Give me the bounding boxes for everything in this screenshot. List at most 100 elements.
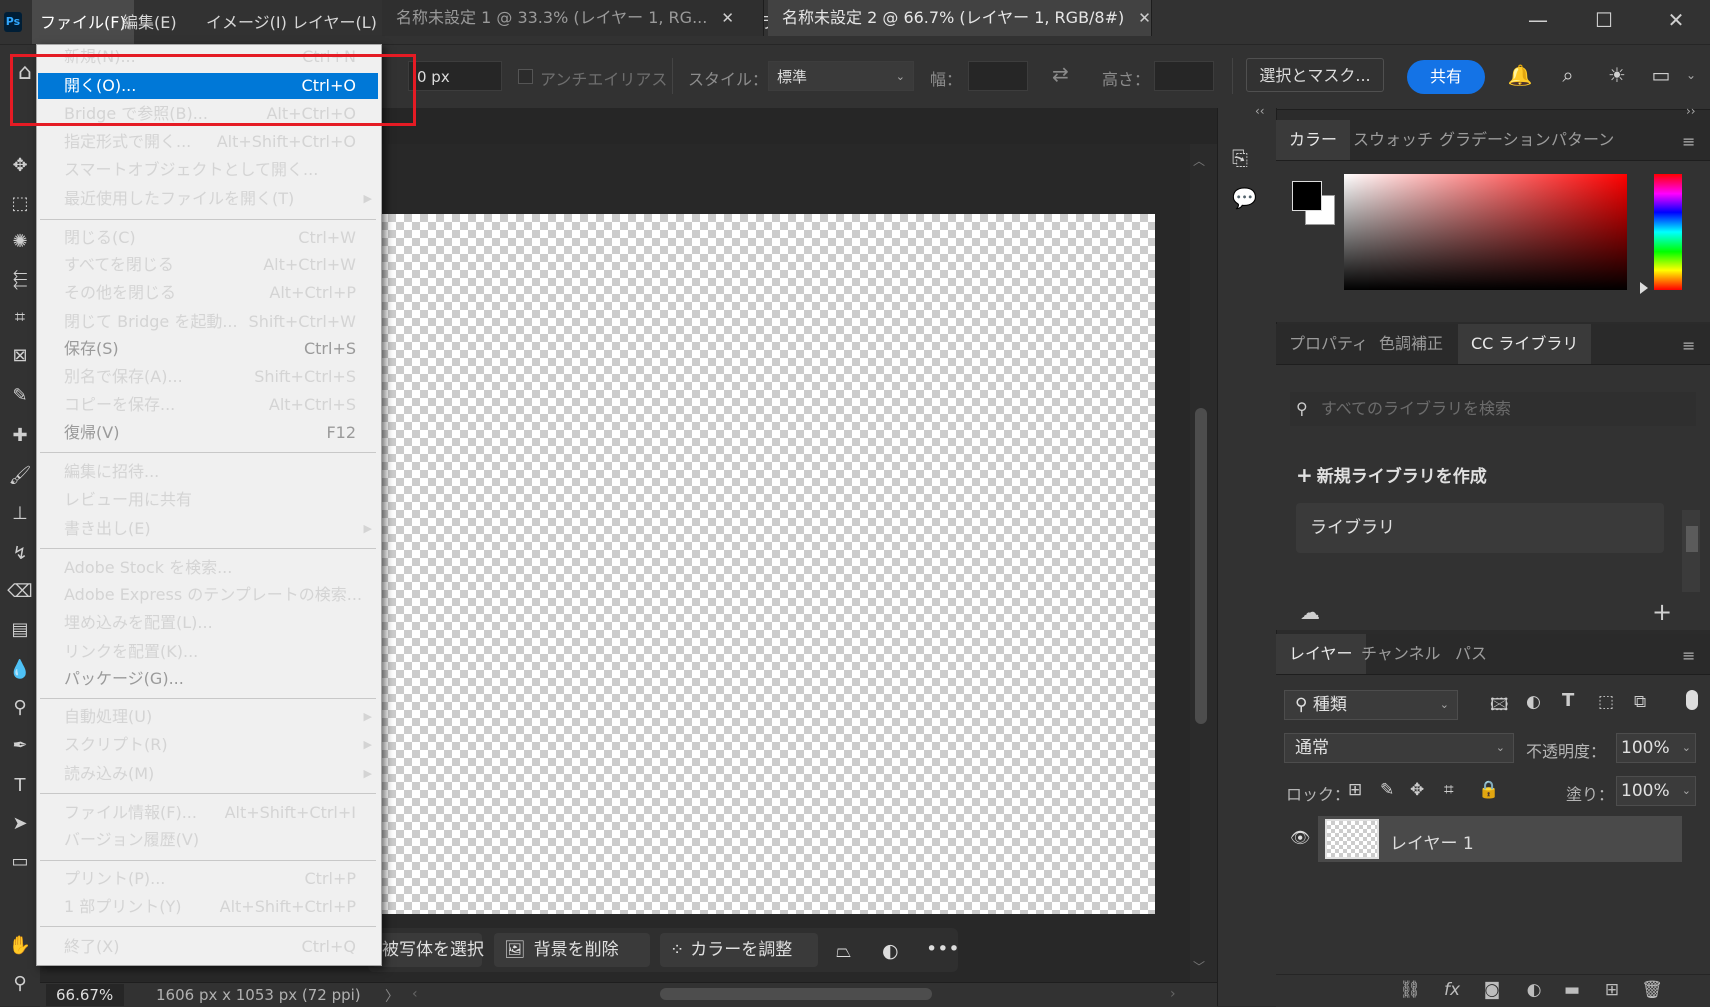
swap-icon[interactable]: ⇄ [1052,62,1069,86]
menu-item-close-others[interactable]: その他を閉じる Alt+Ctrl+P [38,280,378,306]
expand-panels-icon[interactable]: ›› [1686,104,1696,118]
trash-icon[interactable]: 🗑 [1640,980,1664,1000]
select-subject-button[interactable]: 被写体を選択 [372,933,484,967]
fill-input[interactable]: 100% ⌄ [1616,776,1696,806]
lightbulb-icon[interactable]: ☀ [1602,60,1632,90]
menu-item-package[interactable]: パッケージ(G)... [38,666,378,692]
menu-item-close-go-bridge[interactable]: 閉じて Bridge を起動... Shift+Ctrl+W [38,309,378,335]
menu-item-scripts[interactable]: スクリプト(R) ▶ [38,732,378,758]
menu-item-automate[interactable]: 自動処理(U) ▶ [38,704,378,730]
type-filter-icon[interactable]: T [1562,690,1574,711]
zoom-level[interactable]: 66.67% [46,984,124,1006]
color-picker-field[interactable] [1344,174,1627,290]
lock-position-icon[interactable]: ✥ [1410,780,1424,800]
eyedropper-tool-icon[interactable]: ✎ [4,380,36,412]
more-options-icon[interactable]: ••• [926,938,960,960]
blend-mode-select[interactable]: 通常 ⌄ [1284,733,1514,763]
tab-document-2[interactable]: 名称未設定 2 @ 66.7% (レイヤー 1, RGB/8#) ✕ [768,0,1152,36]
tab-document-1[interactable]: 名称未設定 1 @ 33.3% (レイヤー 1, RG... ✕ [382,0,764,36]
quick-selection-tool-icon[interactable]: ✺ [4,226,36,258]
menu-item-save-as[interactable]: 別名で保存(A)... Shift+Ctrl+S [38,364,378,390]
menu-item-open-smart-object[interactable]: スマートオブジェクトとして開く... [38,157,378,183]
menu-item-invite-to-edit[interactable]: 編集に招待... [38,459,378,485]
menu-item-place-embedded[interactable]: 埋め込みを配置(L)... [38,610,378,636]
menu-item-place-linked[interactable]: リンクを配置(K)... [38,639,378,665]
menu-item-open-recent[interactable]: 最近使用したファイルを開く(T) ▶ [38,186,378,212]
menu-item-print[interactable]: プリント(P)... Ctrl+P [38,866,378,892]
menu-item-open-as[interactable]: 指定形式で開く... Alt+Shift+Ctrl+O [38,129,378,155]
close-icon[interactable]: ✕ [1138,9,1151,27]
move-tool-icon[interactable]: ✥ [4,150,36,182]
healing-brush-tool-icon[interactable]: ✚ [4,420,36,452]
menu-layer[interactable]: レイヤー(L) [284,0,385,44]
menu-item-close-all[interactable]: すべてを閉じる Alt+Ctrl+W [38,252,378,278]
menu-item-version-history[interactable]: バージョン履歴(V) [38,827,378,853]
panel-menu-icon[interactable]: ≡ [1682,132,1695,151]
chevron-down-icon[interactable]: ⌄ [1686,68,1696,82]
tab-patterns[interactable]: パターン [1538,120,1627,160]
tab-adjustments[interactable]: 色調補正 [1366,324,1456,364]
lock-transparency-icon[interactable]: ⊞ [1348,780,1362,800]
lock-pixels-icon[interactable]: ✎ [1380,780,1394,800]
menu-item-search-adobe-express[interactable]: Adobe Express のテンプレートの検索... [38,582,378,608]
panel-menu-icon[interactable]: ≡ [1682,646,1695,665]
menu-item-print-one-copy[interactable]: 1 部プリント(Y) Alt+Shift+Ctrl+P [38,894,378,920]
cloud-icon[interactable]: ☁ [1300,600,1320,624]
width-input[interactable] [968,61,1028,91]
eraser-tool-icon[interactable]: ⌫ [4,576,36,608]
eye-icon[interactable]: 👁 [1290,828,1310,847]
brush-tool-icon[interactable]: 🖌 [4,460,36,492]
remove-background-button[interactable]: 🖼 背景を削除 [494,933,650,967]
panel-menu-icon[interactable]: ≡ [1682,336,1695,355]
lock-all-icon[interactable]: 🔒 [1478,780,1499,800]
adjustment-layer-icon[interactable]: ◐ [1522,980,1546,1000]
feather-input[interactable]: 0 px [408,61,502,91]
blur-tool-icon[interactable]: 💧 [4,654,36,686]
share-button[interactable]: 共有 [1407,60,1485,94]
collapse-panels-icon[interactable]: ‹‹ [1255,104,1265,118]
type-tool-icon[interactable]: T [4,770,36,802]
scroll-down-icon[interactable]: ﹀ [1193,958,1205,975]
workspace-icon[interactable]: ▭ [1646,60,1676,90]
new-layer-icon[interactable]: ⊞ [1600,980,1624,1000]
history-panel-icon[interactable]: ⎘ [1232,146,1248,170]
layer-name[interactable]: レイヤー 1 [1390,829,1474,854]
hue-slider-handle[interactable] [1640,282,1648,294]
scroll-left-icon[interactable]: ‹ [412,986,418,1002]
library-item[interactable]: ライブラリ [1296,503,1664,553]
hue-slider[interactable] [1654,174,1682,290]
tab-color[interactable]: カラー [1276,120,1351,160]
pixel-filter-icon[interactable]: 🖾 [1490,692,1509,721]
foreground-color-swatch[interactable] [1292,181,1322,211]
crop-tool-icon[interactable]: ⌗ [4,302,36,334]
rectangle-tool-icon[interactable]: ▭ [4,846,36,878]
document-canvas[interactable] [380,214,1155,914]
menu-item-revert[interactable]: 復帰(V) F12 [38,420,378,446]
pen-tool-icon[interactable]: ✒ [4,730,36,762]
layer-thumbnail[interactable] [1325,819,1379,859]
transform-icon[interactable]: ⏢ [836,940,851,962]
stamp-tool-icon[interactable]: ⊥ [4,498,36,530]
style-select[interactable]: 標準 ⌄ [768,61,914,91]
frame-tool-icon[interactable]: ⊠ [4,340,36,372]
height-input[interactable] [1154,61,1214,91]
tab-cc-libraries[interactable]: CC ライブラリ [1458,324,1592,364]
layer-filter-select[interactable]: ⚲ 種類 ⌄ [1284,690,1458,720]
path-selection-tool-icon[interactable]: ➤ [4,808,36,840]
shape-filter-icon[interactable]: ⬚ [1598,692,1614,712]
close-window-button[interactable]: ✕ [1646,0,1706,44]
adjust-color-button[interactable]: ⁘ カラーを調整 [660,933,818,967]
horizontal-scroll-thumb[interactable] [660,988,932,1000]
scroll-right-icon[interactable]: › [1170,986,1176,1002]
smart-object-filter-icon[interactable]: ⧉ [1634,692,1646,712]
lock-artboard-icon[interactable]: ⌗ [1444,780,1454,800]
scroll-up-icon[interactable]: ︿ [1193,152,1205,169]
add-icon[interactable]: + [1652,598,1672,626]
bell-icon[interactable]: 🔔 [1505,60,1535,90]
zoom-tool-icon[interactable]: ⚲ [4,968,36,1000]
antialias-checkbox[interactable] [518,69,533,84]
opacity-input[interactable]: 100% ⌄ [1616,733,1696,763]
menu-item-close[interactable]: 閉じる(C) Ctrl+W [38,225,378,251]
maximize-button[interactable]: ☐ [1574,0,1634,44]
tab-paths[interactable]: パス [1442,634,1500,674]
